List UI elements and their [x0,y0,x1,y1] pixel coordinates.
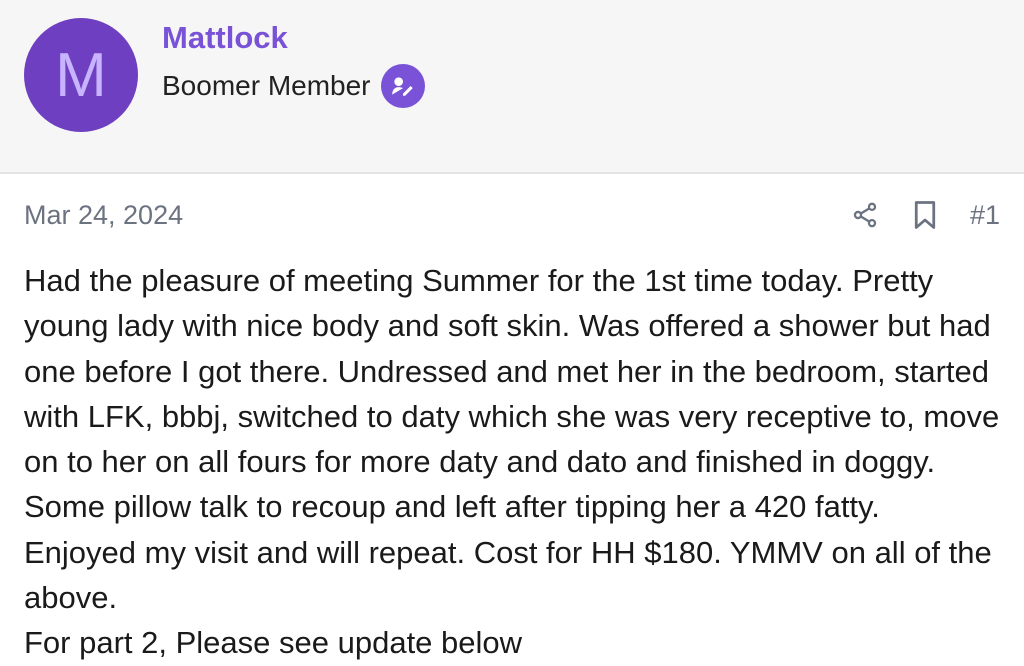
post-actions: #1 [850,198,1000,232]
user-title-row: Boomer Member [162,64,425,108]
avatar[interactable]: M [24,18,138,132]
user-title: Boomer Member [162,70,371,101]
bookmark-icon[interactable] [910,198,940,232]
share-icon[interactable] [850,198,880,232]
post-meta-row: Mar 24, 2024 #1 [24,198,1000,238]
post-author-header: M Mattlock Boomer Member [0,0,1024,174]
avatar-letter: M [55,40,107,110]
post-date[interactable]: Mar 24, 2024 [24,200,183,231]
post-paragraph: For part 2, Please see update below [24,625,523,661]
post-paragraph: Had the pleasure of meeting Summer for t… [24,263,1000,616]
username-link[interactable]: Mattlock [162,20,288,56]
post-number-link[interactable]: #1 [970,200,1000,231]
post-body: Had the pleasure of meeting Summer for t… [24,258,1000,666]
edit-pen-icon [380,64,425,108]
